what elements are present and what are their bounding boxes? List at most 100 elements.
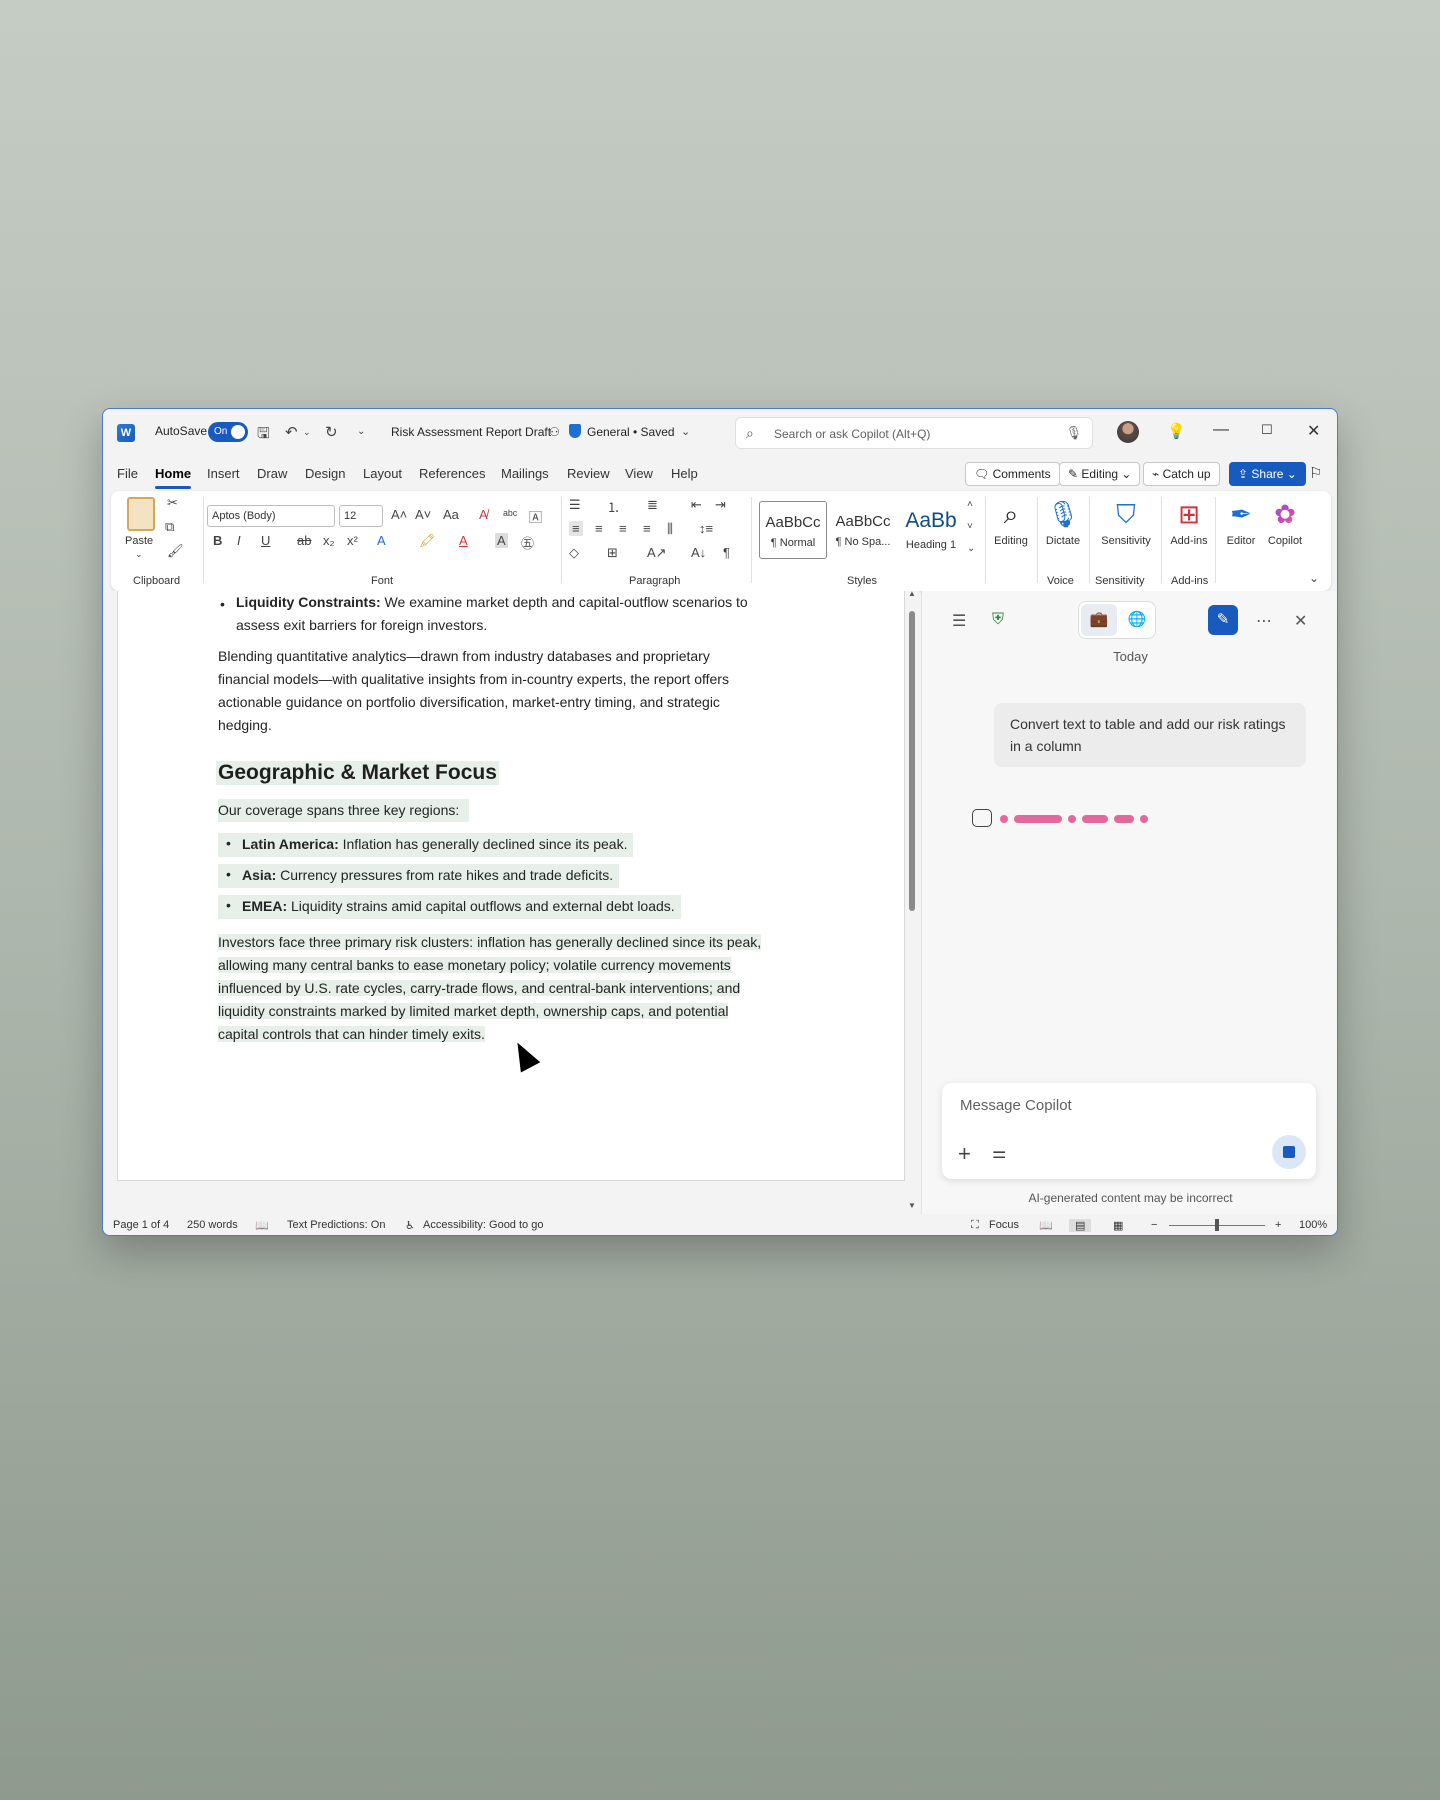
line-spacing-icon[interactable]: ↕≡ [699,521,713,536]
paste-icon[interactable] [127,497,155,531]
shading-icon[interactable]: ◇ [569,545,579,561]
comments-button[interactable]: 🗨 Comments [965,462,1060,486]
shrink-font-icon[interactable]: A˅ [415,507,431,522]
list-item[interactable]: Latin America: Inflation has generally d… [218,833,634,857]
bold-icon[interactable]: B [213,533,222,548]
text-effects-box-icon[interactable]: 🄰 [529,507,542,526]
style-no-spacing[interactable]: AaBbCc ¶ No Spa... [829,501,897,559]
copy-icon[interactable]: ⧉ [165,519,174,535]
zoom-out-icon[interactable]: − [1151,1219,1157,1231]
scroll-down-icon[interactable]: ▼ [908,1201,916,1210]
copilot-button[interactable]: ✿ Copilot [1261,495,1309,547]
document-page[interactable]: Liquidity Constraints: We examine market… [117,591,905,1181]
microphone-icon[interactable]: 🎙 [1065,425,1082,441]
style-heading-1[interactable]: AaBb Heading 1 [897,501,965,559]
text-direction-icon[interactable]: A↗ [647,545,667,561]
message-input[interactable]: Message Copilot + ⚌ [942,1083,1316,1179]
enclose-character-icon[interactable]: ㊄ [521,533,534,552]
add-attachment-icon[interactable]: + [958,1141,971,1167]
web-layout-icon[interactable]: ▦ [1113,1219,1123,1232]
cut-icon[interactable]: ✂ [167,495,178,511]
text-effects-icon[interactable]: A [377,533,386,548]
page-count[interactable]: Page 1 of 4 [113,1219,169,1231]
editor-button[interactable]: ✒ Editor [1217,495,1265,547]
document-title[interactable]: Risk Assessment Report Draft [391,425,551,439]
decrease-indent-icon[interactable]: ⇤ [691,497,702,513]
zoom-in-icon[interactable]: + [1275,1219,1281,1231]
numbering-icon[interactable]: ⒈ [607,497,620,516]
increase-indent-icon[interactable]: ⇥ [715,497,726,513]
share-button[interactable]: ⇪ Share ⌄ [1229,462,1306,486]
justify-icon[interactable]: ≡ [643,521,651,536]
align-center-icon[interactable]: ≡ [595,521,603,536]
saved-status[interactable]: • Saved [633,425,675,439]
tab-layout[interactable]: Layout [363,466,402,481]
sort-icon[interactable]: A↓ [691,545,706,560]
paragraph[interactable]: Blending quantitative analytics—drawn fr… [218,645,729,737]
scroll-up-icon[interactable]: ▲ [908,591,916,598]
styles-scroll-up-icon[interactable]: ˄ [967,499,973,510]
search-box[interactable]: ⌕ Search or ask Copilot (Alt+Q) 🎙 [735,417,1093,449]
font-size-select[interactable]: 12 [339,505,383,527]
sensitivity-button[interactable]: ⛉ Sensitivity [1095,495,1157,547]
clear-formatting-icon[interactable]: A̸ [479,507,488,522]
copilot-mode-switch[interactable]: 💼 🌐 [1078,601,1156,639]
addins-button[interactable]: ⊞ Add-ins [1165,495,1213,547]
list-item[interactable]: Asia: Currency pressures from rate hikes… [218,864,620,888]
chevron-down-icon[interactable]: ⌄ [681,425,690,438]
format-painter-icon[interactable]: 🖌 [167,543,184,559]
multilevel-list-icon[interactable]: ≣ [647,497,658,513]
redo-icon[interactable]: ↻ [325,423,338,441]
print-layout-icon[interactable]: ▤ [1069,1219,1092,1232]
paste-label[interactable]: Paste [125,535,153,547]
zoom-level[interactable]: 100% [1299,1219,1327,1231]
tab-file[interactable]: File [117,466,138,481]
tab-mailings[interactable]: Mailings [501,466,549,481]
show-formatting-icon[interactable]: ¶ [723,545,730,560]
tab-view[interactable]: View [625,466,653,481]
section-heading[interactable]: Geographic & Market Focus [216,761,499,785]
vertical-scrollbar[interactable]: ▲ ▼ [907,591,917,1214]
style-normal[interactable]: AaBbCc ¶ Normal [759,501,827,559]
web-globe-icon[interactable]: 🌐 [1119,604,1155,636]
borders-icon[interactable]: ⊞ [607,545,618,561]
italic-icon[interactable]: I [237,533,241,548]
list-item[interactable]: EMEA: Liquidity strains amid capital out… [218,895,681,919]
settings-sliders-icon[interactable]: ⚌ [992,1143,1006,1163]
coverage-line[interactable]: Our coverage spans three key regions: [218,799,470,822]
accessibility-status[interactable]: Accessibility: Good to go [423,1219,543,1231]
strikethrough-icon[interactable]: ab [297,533,311,548]
editing-mode-button[interactable]: ✎ Editing ⌄ [1059,462,1141,486]
autosave-toggle[interactable]: On [208,422,248,442]
catch-up-button[interactable]: ⌁ Catch up [1143,462,1220,486]
read-mode-icon[interactable]: 📖 [1039,1219,1053,1232]
menu-icon[interactable]: ☰ [952,611,966,631]
align-right-icon[interactable]: ≡ [619,521,627,536]
character-shading-icon[interactable]: A [495,533,508,548]
collapse-ribbon-icon[interactable]: ⌄ [1309,571,1319,585]
styles-scroll-down-icon[interactable]: ˅ [967,521,973,532]
scroll-thumb[interactable] [909,611,915,911]
bullets-icon[interactable]: ☰ [569,497,581,513]
work-briefcase-icon[interactable]: 💼 [1081,604,1117,636]
proofing-icon[interactable]: 📖 [255,1219,269,1232]
undo-icon[interactable]: ↶ [285,423,298,441]
close-icon[interactable]: ✕ [1307,421,1320,441]
change-case-icon[interactable]: Aa [443,507,459,522]
spelling-icon[interactable]: ᵃᵇᶜ [503,507,517,522]
undo-dropdown-icon[interactable]: ⌄ [303,427,311,438]
text-predictions-status[interactable]: Text Predictions: On [287,1219,385,1231]
font-color-icon[interactable]: A [459,533,468,548]
font-name-select[interactable]: Aptos (Body) [207,505,335,527]
maximize-icon[interactable]: ☐ [1261,422,1273,438]
subscript-icon[interactable]: x₂ [323,533,335,548]
more-options-icon[interactable]: ⋯ [1256,611,1272,631]
customize-qat-icon[interactable]: ⌄ [357,426,365,437]
tab-draw[interactable]: Draw [257,466,287,481]
word-count[interactable]: 250 words [187,1219,238,1231]
zoom-slider-thumb[interactable] [1215,1219,1219,1231]
styles-more-icon[interactable]: ⌄ [967,543,975,554]
tab-insert[interactable]: Insert [207,466,240,481]
present-icon[interactable]: ⚐ [1309,464,1322,482]
save-icon[interactable]: 🖫 [257,423,270,448]
